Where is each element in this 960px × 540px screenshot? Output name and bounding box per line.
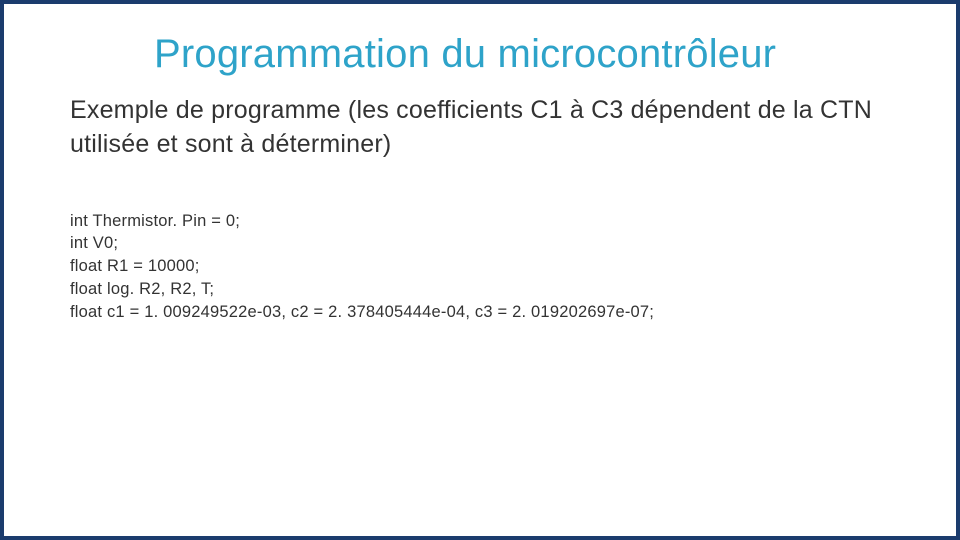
code-line: float c1 = 1. 009249522e-03, c2 = 2. 378…	[70, 301, 902, 324]
code-block: int Thermistor. Pin = 0; int V0; float R…	[70, 210, 902, 324]
slide: Programmation du microcontrôleur Exemple…	[0, 0, 960, 540]
code-line: int Thermistor. Pin = 0;	[70, 210, 902, 233]
code-line: float log. R2, R2, T;	[70, 278, 902, 301]
slide-title: Programmation du microcontrôleur	[154, 32, 902, 76]
slide-subtitle: Exemple de programme (les coefficients C…	[70, 94, 902, 162]
code-line: int V0;	[70, 232, 902, 255]
code-line: float R1 = 10000;	[70, 255, 902, 278]
